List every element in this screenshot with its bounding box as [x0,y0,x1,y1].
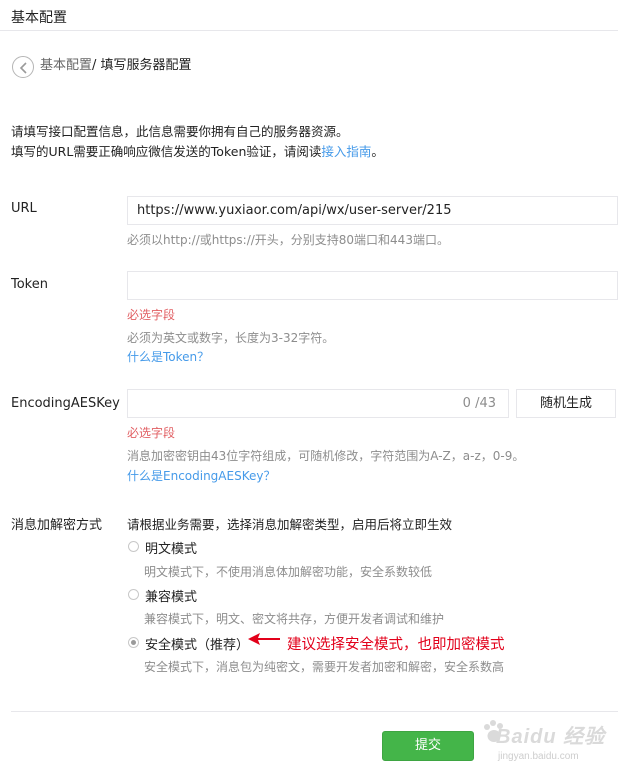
token-input[interactable] [127,271,618,300]
aes-key-required-text: 必选字段 [127,426,176,440]
token-hint: 必须为英文或数字，长度为3-32字符。 [127,331,335,345]
radio-label: 安全模式（推荐） [145,638,250,653]
aes-key-hint: 消息加密密钥由43位字符组成，可随机修改，字符范围为A-Z，a-z，0-9。 [127,449,525,463]
watermark-url: jingyan.baidu.com [498,751,579,762]
compatible-mode-desc: 兼容模式下，明文、密文将共存，方便开发者调试和维护 [144,612,445,626]
encryption-label: 消息加解密方式 [11,518,103,533]
header-divider [0,30,618,31]
baidu-jingyan-watermark: Baidu 经验 jingyan.baidu.com [482,718,612,772]
plaintext-mode-desc: 明文模式下，不使用消息体加解密功能，安全系数较低 [144,565,433,579]
annotation-text: 建议选择安全模式，也即加密模式 [287,637,505,653]
chevron-left-icon [19,62,27,74]
url-hint: 必须以http://或https://开头，分别支持80端口和443端口。 [127,233,449,247]
intro-line-2: 填写的URL需要正确响应微信发送的Token验证，请阅读接入指南。 [11,142,384,162]
aes-key-input[interactable]: 0 /43 [127,389,509,418]
page-title: 基本配置 [11,10,67,26]
token-label: Token [11,277,48,292]
annotation-arrow-icon [248,633,280,645]
random-generate-button[interactable]: 随机生成 [516,389,616,418]
token-required-text: 必选字段 [127,308,176,322]
radio-button[interactable] [128,541,139,552]
access-guide-link[interactable]: 接入指南 [321,144,371,159]
radio-button-checked[interactable] [128,637,139,648]
intro-text: 请填写接口配置信息，此信息需要你拥有自己的服务器资源。 填写的URL需要正确响应… [11,122,384,162]
breadcrumb-parent-link[interactable]: 基本配置 [40,58,92,73]
submit-button[interactable]: 提交 [382,731,474,761]
what-is-aes-key-link[interactable]: 什么是EncodingAESKey？ [127,467,275,484]
breadcrumb-current: 填写服务器配置 [100,58,192,73]
watermark-brand: Baidu 经验 [496,726,606,748]
secure-mode-desc: 安全模式下，消息包为纯密文，需要开发者加密和解密，安全系数高 [144,660,505,674]
breadcrumb: 基本配置/ 填写服务器配置 [40,58,192,74]
aes-key-counter: 0 /43 [462,396,496,411]
aes-key-label: EncodingAESKey [11,396,120,411]
footer-divider [11,711,618,712]
encryption-prompt: 请根据业务需要，选择消息加解密类型，启用后将立即生效 [127,517,453,532]
url-input[interactable]: https://www.yuxiaor.com/api/wx/user-serv… [127,196,618,225]
url-label: URL [11,201,37,216]
intro-line-2-suffix: 。 [371,144,384,159]
intro-line-2-prefix: 填写的URL需要正确响应微信发送的Token验证，请阅读 [11,144,322,159]
what-is-token-link[interactable]: 什么是Token？ [127,348,209,365]
radio-label: 兼容模式 [145,590,198,605]
intro-line-1: 请填写接口配置信息，此信息需要你拥有自己的服务器资源。 [11,124,349,139]
breadcrumb-separator: / [92,58,97,73]
radio-button[interactable] [128,589,139,600]
radio-label: 明文模式 [145,542,198,557]
back-button[interactable] [12,56,34,78]
